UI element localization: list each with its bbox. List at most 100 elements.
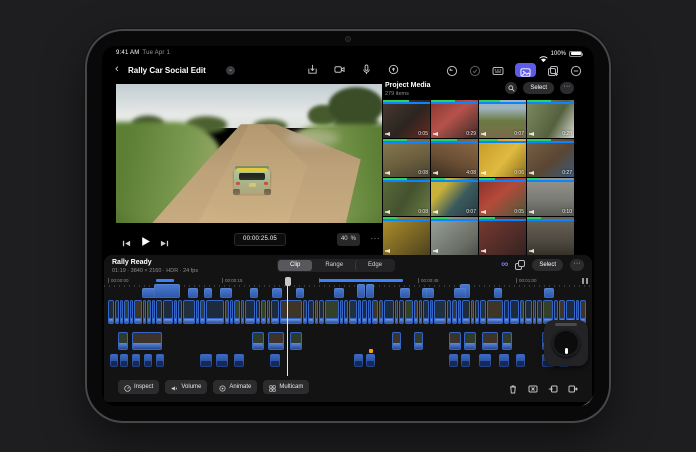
title-clip[interactable]: [220, 288, 232, 298]
audio-clip[interactable]: [120, 354, 128, 367]
title-clip[interactable]: [334, 288, 344, 298]
video-viewer[interactable]: [116, 84, 382, 228]
jog-dial[interactable]: [552, 329, 580, 357]
primary-clip[interactable]: [533, 300, 536, 324]
primary-clip[interactable]: [200, 300, 205, 324]
primary-clip[interactable]: [325, 300, 339, 324]
media-thumbnail[interactable]: 0:07: [479, 100, 526, 138]
media-thumbnail[interactable]: [431, 217, 478, 255]
next-frame-icon[interactable]: [160, 235, 169, 244]
jog-wheel[interactable]: [544, 320, 588, 366]
audio-clip[interactable]: [144, 354, 152, 367]
timeline-marker[interactable]: [369, 349, 373, 353]
primary-clip[interactable]: [471, 300, 474, 324]
primary-clip[interactable]: [480, 300, 486, 324]
connected-clip[interactable]: [118, 332, 128, 350]
primary-clip[interactable]: [510, 300, 519, 324]
title-clip[interactable]: [544, 288, 554, 298]
animate-button[interactable]: Animate: [213, 380, 257, 394]
primary-clip[interactable]: [419, 300, 422, 324]
primary-clip[interactable]: [349, 300, 357, 324]
primary-clip[interactable]: [183, 300, 195, 324]
timecode-display[interactable]: 00:00:25.05: [234, 233, 286, 246]
primary-clip[interactable]: [280, 300, 302, 324]
primary-clip[interactable]: [156, 300, 162, 324]
duplicate-plus-icon[interactable]: [547, 64, 559, 76]
media-thumbnail[interactable]: 0:08: [383, 139, 430, 177]
media-thumbnail[interactable]: [479, 217, 526, 255]
connected-clip[interactable]: [482, 332, 498, 350]
media-thumbnail[interactable]: 0:29: [431, 100, 478, 138]
undo-icon[interactable]: [446, 64, 458, 76]
title-clip[interactable]: [272, 288, 282, 298]
audio-clip[interactable]: [461, 354, 470, 367]
media-thumbnail[interactable]: 4:08: [431, 139, 478, 177]
primary-clip[interactable]: [256, 300, 260, 324]
audio-clip[interactable]: [449, 354, 458, 367]
connected-clip[interactable]: [392, 332, 401, 350]
primary-clip[interactable]: [384, 300, 394, 324]
title-clip[interactable]: [296, 288, 304, 298]
minus-circle-icon[interactable]: [570, 64, 582, 76]
audio-clip[interactable]: [200, 354, 212, 367]
primary-clip[interactable]: [234, 300, 240, 324]
primary-clip[interactable]: [124, 300, 129, 324]
primary-clip[interactable]: [261, 300, 266, 324]
title-clip[interactable]: [204, 288, 212, 298]
primary-clip[interactable]: [163, 300, 173, 324]
primary-clip[interactable]: [462, 300, 470, 324]
media-browser-toggle[interactable]: [515, 63, 536, 77]
primary-clip[interactable]: [225, 300, 229, 324]
primary-clip[interactable]: [230, 300, 233, 324]
primary-clip[interactable]: [115, 300, 119, 324]
primary-clip[interactable]: [399, 300, 404, 324]
title-clip[interactable]: [188, 288, 198, 298]
primary-clip[interactable]: [245, 300, 255, 324]
primary-clip[interactable]: [319, 300, 324, 324]
primary-clip[interactable]: [487, 300, 503, 324]
connected-clip[interactable]: [502, 332, 512, 350]
primary-clip[interactable]: [206, 300, 224, 324]
connected-clip[interactable]: [132, 332, 162, 350]
media-thumbnail[interactable]: 0:07: [431, 178, 478, 216]
primary-clip[interactable]: [525, 300, 532, 324]
title-clip[interactable]: [357, 284, 365, 298]
primary-clip[interactable]: [344, 300, 348, 324]
connected-clip[interactable]: [449, 332, 461, 350]
primary-clip[interactable]: [147, 300, 151, 324]
media-thumbnail[interactable]: 0:06: [479, 139, 526, 177]
primary-clip[interactable]: [120, 300, 123, 324]
connected-clip[interactable]: [414, 332, 423, 350]
primary-clip[interactable]: [504, 300, 509, 324]
title-clip[interactable]: [454, 288, 466, 298]
primary-clip[interactable]: [130, 300, 133, 324]
media-more-button[interactable]: ···: [560, 82, 574, 94]
microphone-icon[interactable]: [361, 64, 372, 75]
media-thumbnail[interactable]: 0:08: [383, 178, 430, 216]
playhead[interactable]: [287, 277, 288, 376]
primary-clip[interactable]: [414, 300, 418, 324]
primary-clip[interactable]: [537, 300, 542, 324]
media-thumbnail[interactable]: 0:05: [479, 178, 526, 216]
title-dropdown-icon[interactable]: ⌄: [226, 66, 235, 75]
primary-clip[interactable]: [405, 300, 413, 324]
primary-clip[interactable]: [271, 300, 279, 324]
media-thumbnail[interactable]: [527, 217, 574, 255]
media-thumbnail[interactable]: 0:10: [527, 178, 574, 216]
primary-clip[interactable]: [362, 300, 367, 324]
viewer-zoom-control[interactable]: 40 %: [337, 233, 360, 246]
audio-clip[interactable]: [216, 354, 228, 367]
audio-clip[interactable]: [516, 354, 525, 367]
primary-clip[interactable]: [368, 300, 371, 324]
primary-clip[interactable]: [520, 300, 524, 324]
primary-clip[interactable]: [423, 300, 429, 324]
primary-clip[interactable]: [303, 300, 307, 324]
title-clip[interactable]: [426, 288, 434, 298]
primary-clip[interactable]: [475, 300, 479, 324]
primary-clip[interactable]: [134, 300, 142, 324]
inspect-button[interactable]: Inspect: [118, 380, 159, 394]
primary-clip[interactable]: [430, 300, 433, 324]
append-icon[interactable]: [568, 381, 578, 391]
primary-clip[interactable]: [372, 300, 378, 324]
title-clip[interactable]: [154, 284, 180, 298]
